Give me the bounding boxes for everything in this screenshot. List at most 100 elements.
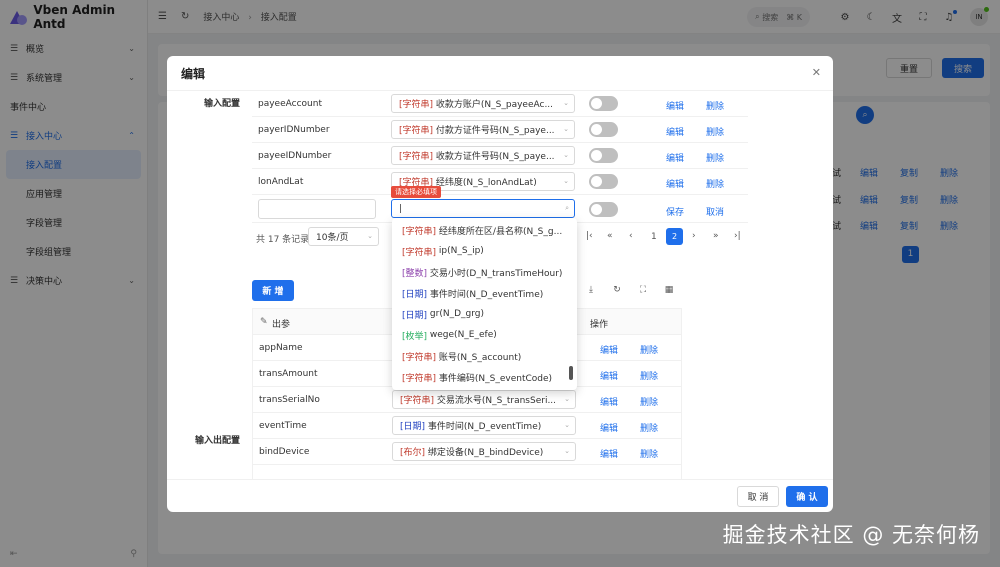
field-select[interactable]: [字符串] 付款方证件号码(N_S_paye... ⌄ xyxy=(391,120,575,139)
dropdown-scrollbar[interactable] xyxy=(569,366,573,380)
download-icon[interactable]: ⤓ xyxy=(584,285,598,295)
field-select[interactable]: [字符串] 收款方账户(N_S_payeeAc... ⌄ xyxy=(391,94,575,113)
dropdown-option[interactable]: [字符串] 事件编码(N_S_eventCode) xyxy=(402,367,552,387)
columns-icon[interactable]: ▦ xyxy=(662,285,676,295)
chevron-down-icon: ⌄ xyxy=(563,125,569,133)
type-tag: [布尔] xyxy=(400,448,426,458)
delete-link[interactable]: 删除 xyxy=(706,177,724,190)
add-button[interactable]: 新 增 xyxy=(252,280,294,301)
field-select[interactable]: [日期] 事件时间(N_D_eventTime) ⌄ xyxy=(392,416,576,435)
add-label: 新 增 xyxy=(262,287,284,297)
enable-toggle[interactable] xyxy=(589,122,618,137)
dropdown-option[interactable]: [日期] gr(N_D_grg) xyxy=(402,304,484,324)
field-label: 付款方证件号码(N_S_paye... xyxy=(435,126,555,136)
fullscreen-icon[interactable]: ⛶ xyxy=(636,285,650,295)
cancel-button[interactable]: 取 消 xyxy=(737,486,779,507)
type-tag: [日期] xyxy=(402,289,428,300)
type-tag: [日期] xyxy=(402,310,428,321)
option-label: 事件时间(N_D_eventTime) xyxy=(429,289,544,300)
param-name: payeeIDNumber xyxy=(258,151,332,161)
page-current[interactable]: 2 xyxy=(666,228,683,245)
chevron-down-icon: ⌄ xyxy=(563,177,569,185)
chevron-down-icon: ⌄ xyxy=(563,151,569,159)
delete-link[interactable]: 删除 xyxy=(640,447,658,460)
delete-link[interactable]: 删除 xyxy=(706,151,724,164)
input-config-label: 输入配置 xyxy=(204,99,241,109)
type-tag: [字符串] xyxy=(402,352,437,363)
param-name: payerIDNumber xyxy=(258,125,330,135)
next-5-icon[interactable]: » xyxy=(713,231,719,241)
edit-link[interactable]: 编辑 xyxy=(666,177,684,190)
option-label: 交易小时(D_N_transTimeHour) xyxy=(429,268,563,279)
last-page-icon[interactable]: ›| xyxy=(734,231,741,241)
edit-link[interactable]: 编辑 xyxy=(600,395,618,408)
edit-icon: ✎ xyxy=(260,317,268,327)
dropdown-option[interactable]: [字符串] ip(N_S_ip) xyxy=(402,241,484,261)
param-name: lonAndLat xyxy=(258,177,304,187)
chevron-down-icon: ⌄ xyxy=(564,447,570,455)
enable-toggle[interactable] xyxy=(589,148,618,163)
type-tag: [字符串] xyxy=(399,126,434,136)
dropdown-option[interactable]: [整数] 交易小时(D_N_transTimeHour) xyxy=(402,262,562,282)
table-row: bindDevice [布尔] 绑定设备(N_B_bindDevice) ⌄ 编… xyxy=(253,439,681,465)
close-icon[interactable]: ✕ xyxy=(812,66,821,79)
edit-link[interactable]: 编辑 xyxy=(600,447,618,460)
save-link[interactable]: 保存 xyxy=(666,205,684,218)
param-name: payeeAccount xyxy=(258,99,322,109)
option-label: 经纬度所在区/县名称(N_S_g... xyxy=(438,226,563,237)
param-name-input[interactable] xyxy=(258,199,376,219)
prev-5-icon[interactable]: « xyxy=(607,231,613,241)
edit-link[interactable]: 编辑 xyxy=(666,125,684,138)
param-name: eventTime xyxy=(259,421,307,431)
edit-link[interactable]: 编辑 xyxy=(666,99,684,112)
field-label: 交易流水号(N_S_transSeri... xyxy=(436,396,557,406)
app-root: Vben Admin Antd ☰ 概览 ⌄ ☰ 系统管理 ⌄ 事件中心 ☰ 接… xyxy=(0,0,1000,567)
column-header: 出参 xyxy=(272,320,291,330)
dropdown-option[interactable]: [字符串] 经纬度所在区/县名称(N_S_g... xyxy=(402,220,562,240)
type-tag: [字符串] xyxy=(402,226,437,237)
delete-link[interactable]: 删除 xyxy=(706,125,724,138)
dropdown-option[interactable]: [枚举] wege(N_E_efe) xyxy=(402,325,497,345)
column-header: 操作 xyxy=(590,320,609,330)
type-tag: [字符串] xyxy=(399,152,434,162)
enable-toggle[interactable] xyxy=(589,174,618,189)
edit-link[interactable]: 编辑 xyxy=(600,369,618,382)
table-row: transSerialNo [字符串] 交易流水号(N_S_transSeri.… xyxy=(253,387,681,413)
edit-link[interactable]: 编辑 xyxy=(600,343,618,356)
page-size-select[interactable]: 10条/页 ⌄ xyxy=(308,227,379,246)
chevron-down-icon: ⌄ xyxy=(563,99,569,107)
edit-link[interactable]: 编辑 xyxy=(600,421,618,434)
param-name: appName xyxy=(259,343,303,353)
field-select-open[interactable]: | ⌕ xyxy=(391,199,575,218)
delete-link[interactable]: 删除 xyxy=(706,99,724,112)
type-tag: [枚举] xyxy=(402,331,428,342)
input-row: payeeIDNumber [字符串] 收款方证件号码(N_S_paye... … xyxy=(252,143,748,169)
next-page-icon[interactable]: › xyxy=(692,231,696,241)
delete-link[interactable]: 删除 xyxy=(640,421,658,434)
field-label: 经纬度(N_S_lonAndLat) xyxy=(435,178,537,188)
field-select[interactable]: [布尔] 绑定设备(N_B_bindDevice) ⌄ xyxy=(392,442,576,461)
cancel-link[interactable]: 取消 xyxy=(706,205,724,218)
enable-toggle[interactable] xyxy=(589,202,618,217)
field-select[interactable]: [字符串] 收款方证件号码(N_S_paye... ⌄ xyxy=(391,146,575,165)
dropdown-option[interactable]: [字符串] 账号(N_S_account) xyxy=(402,346,521,366)
delete-link[interactable]: 删除 xyxy=(640,343,658,356)
option-label: ip(N_S_ip) xyxy=(438,246,484,256)
field-dropdown[interactable]: [字符串] 经纬度所在区/县名称(N_S_g... [字符串] ip(N_S_i… xyxy=(392,218,577,390)
option-label: gr(N_D_grg) xyxy=(429,309,484,319)
param-name: transSerialNo xyxy=(259,395,320,405)
page-1[interactable]: 1 xyxy=(651,232,657,242)
refresh-icon[interactable]: ↻ xyxy=(610,285,624,295)
prev-page-icon[interactable]: ‹ xyxy=(629,231,633,241)
option-label: 账号(N_S_account) xyxy=(438,352,522,363)
delete-link[interactable]: 删除 xyxy=(640,395,658,408)
dropdown-option[interactable]: [日期] 事件时间(N_D_eventTime) xyxy=(402,283,543,303)
field-label: 收款方证件号码(N_S_paye... xyxy=(435,152,555,162)
field-label: 绑定设备(N_B_bindDevice) xyxy=(427,448,544,458)
field-select[interactable]: [字符串] 交易流水号(N_S_transSeri... ⌄ xyxy=(392,390,576,409)
delete-link[interactable]: 删除 xyxy=(640,369,658,382)
edit-link[interactable]: 编辑 xyxy=(666,151,684,164)
confirm-button[interactable]: 确 认 xyxy=(786,486,828,507)
enable-toggle[interactable] xyxy=(589,96,618,111)
first-page-icon[interactable]: |‹ xyxy=(586,231,593,241)
